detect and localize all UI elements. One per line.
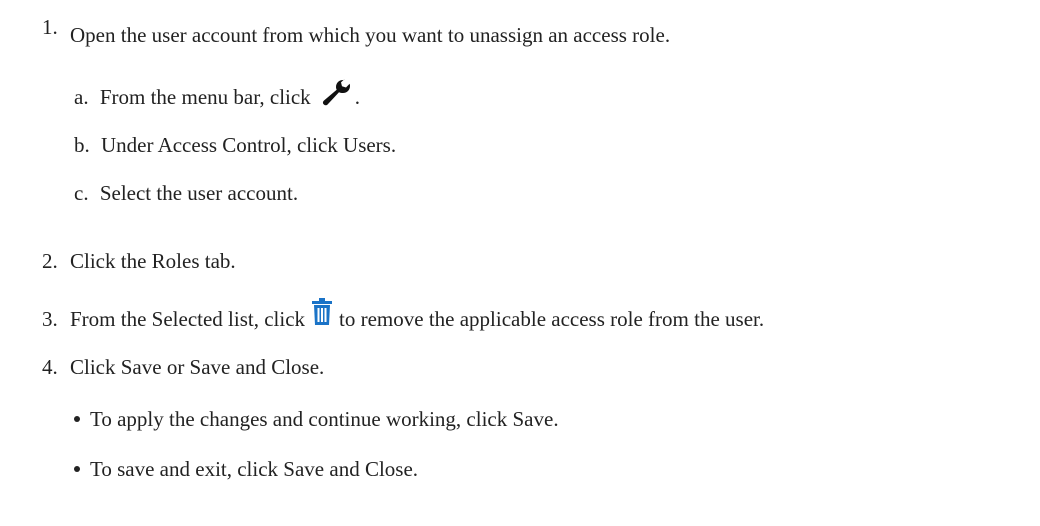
step-1-text: Open the user account from which you wan… — [70, 23, 671, 47]
step-1-number: 1. — [42, 15, 58, 39]
step-4-bullet-2: To save and exit, click Save and Close. — [74, 456, 418, 482]
step-1a-letter: a. — [74, 85, 89, 109]
trash-icon[interactable] — [311, 298, 333, 326]
step-3-text: From the Selected list, click — [70, 307, 306, 331]
step-2: 2. Click the Roles tab. — [42, 248, 236, 274]
wrench-icon[interactable] — [321, 78, 355, 106]
step-4-bullet-1-text: To apply the changes and continue workin… — [90, 407, 559, 431]
step-2-number: 2. — [42, 249, 58, 273]
step-3-number: 3. — [42, 307, 58, 331]
step-1a-text-after: . — [354, 85, 360, 109]
step-1b-text: Under Access Control, click Users. — [101, 133, 397, 157]
step-1a-text: From the menu bar, click — [99, 85, 311, 109]
step-4-bullet-1: To apply the changes and continue workin… — [74, 406, 559, 432]
step-1c: c. Select the user account. — [74, 180, 298, 206]
step-1: 1. Open the user account from which you … — [42, 15, 671, 48]
step-1b-letter: b. — [74, 133, 90, 157]
step-1c-text: Select the user account. — [99, 181, 299, 205]
step-1c-letter: c. — [74, 181, 89, 205]
step-4-number: 4. — [42, 355, 58, 379]
step-4-text: Click Save or Save and Close. — [70, 355, 325, 379]
step-4-bullet-2-text: To save and exit, click Save and Close. — [90, 457, 419, 481]
bullet-dot — [74, 466, 80, 473]
bullet-dot — [74, 416, 80, 423]
step-1a: a. From the menu bar, click . — [74, 79, 360, 110]
step-4: 4. Click Save or Save and Close. — [42, 354, 324, 380]
step-1b: b. Under Access Control, click Users. — [74, 132, 396, 158]
step-2-text: Click the Roles tab. — [70, 249, 236, 273]
step-3-text-after: to remove the applicable access role fro… — [339, 307, 765, 331]
step-3: 3. From the Selected list, click to remo… — [42, 298, 765, 332]
